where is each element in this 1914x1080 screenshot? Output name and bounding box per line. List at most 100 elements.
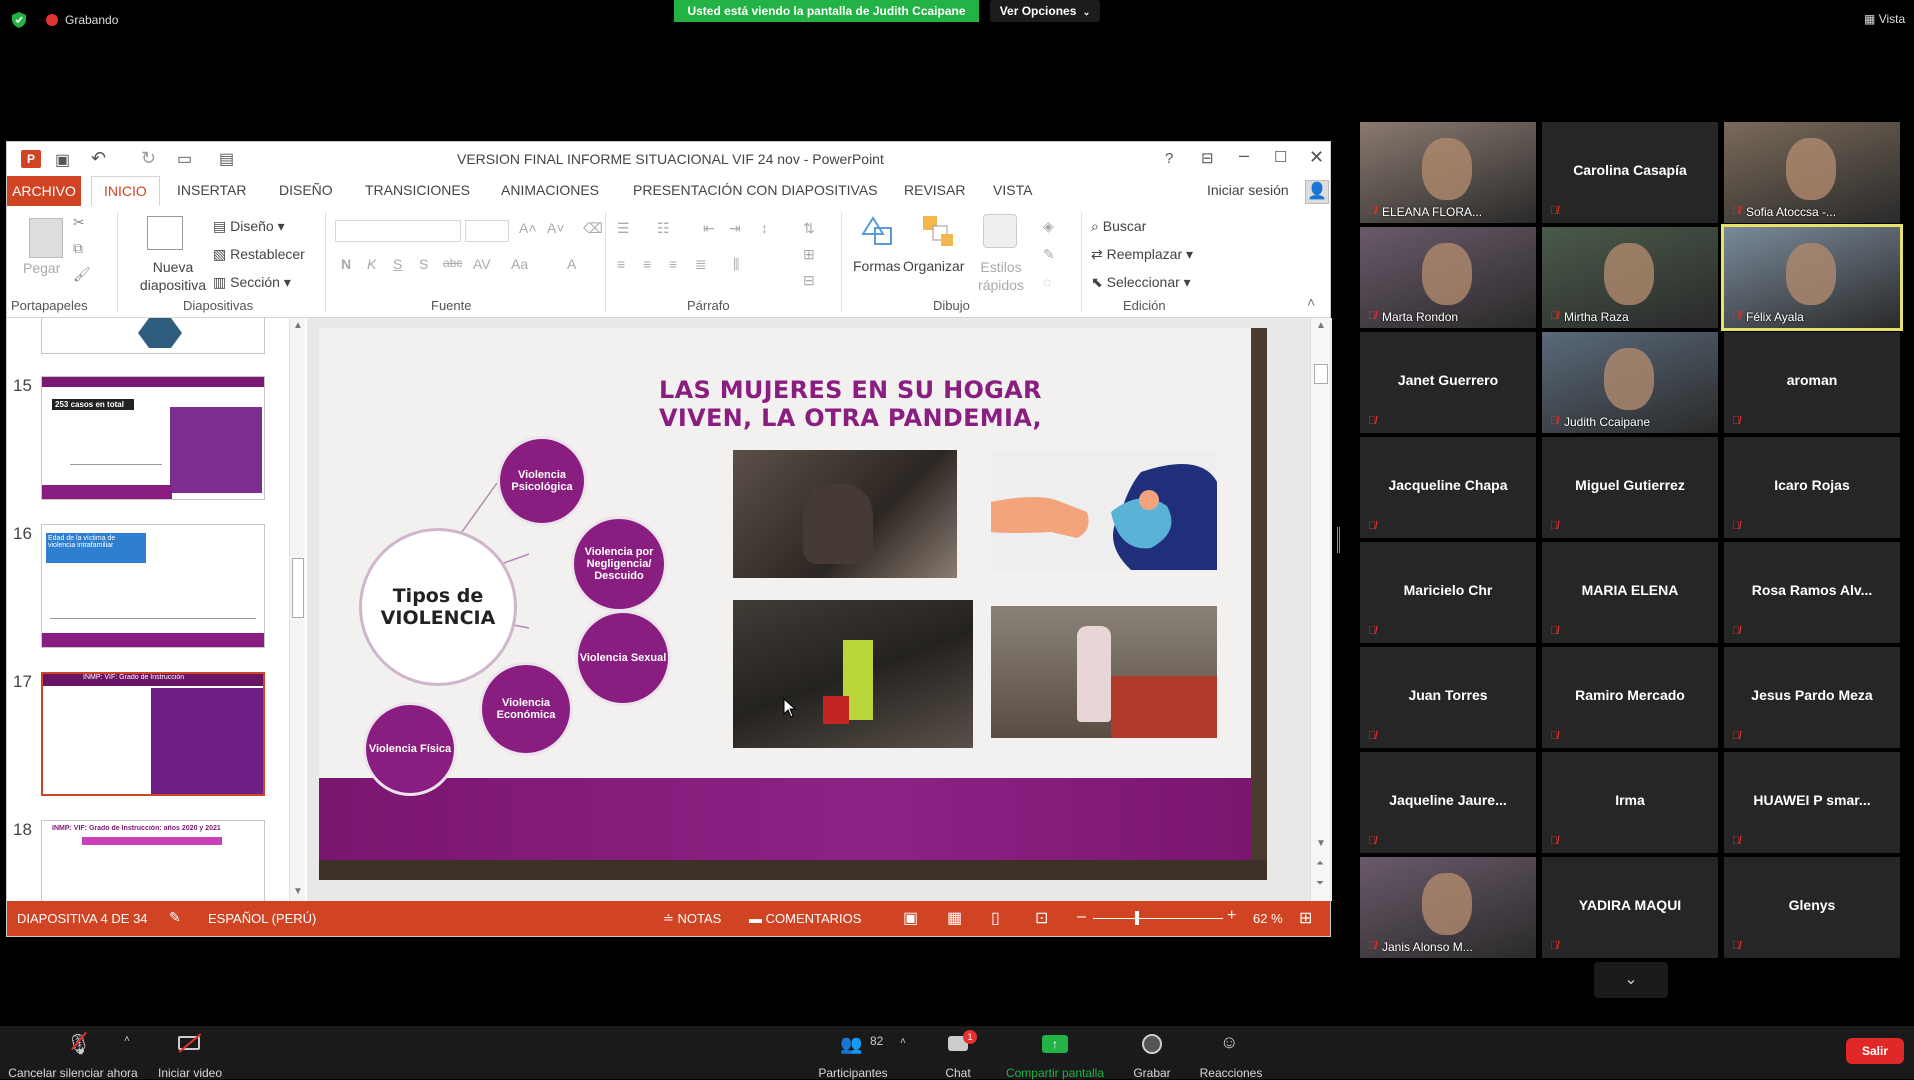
- participant-tile[interactable]: Sofia Atoccsa -... 🎙̸: [1724, 122, 1900, 223]
- arrange-button[interactable]: Organizar: [903, 258, 964, 274]
- tab-transiciones[interactable]: TRANSICIONES: [365, 182, 470, 198]
- decrease-indent-icon[interactable]: ⇤: [703, 220, 715, 237]
- leave-button[interactable]: Salir: [1846, 1038, 1904, 1064]
- quick-styles-button[interactable]: Estilos rápidos: [969, 258, 1033, 294]
- participant-tile[interactable]: Janis Alonso M... 🎙̸: [1360, 857, 1536, 958]
- spellcheck-icon[interactable]: ✎: [169, 909, 181, 926]
- columns-icon[interactable]: ⫼: [733, 256, 739, 273]
- zoom-slider-thumb[interactable]: [1135, 911, 1139, 925]
- layout-button[interactable]: ▤ Diseño ▾: [213, 218, 285, 235]
- tab-insertar[interactable]: INSERTAR: [177, 182, 247, 198]
- record-button[interactable]: Grabar: [1126, 1026, 1178, 1080]
- scroll-thumb[interactable]: [1314, 364, 1328, 384]
- unmute-button[interactable]: 🎙 Cancelar silenciar ahora: [8, 1026, 138, 1080]
- replace-button[interactable]: ⇄ Reemplazar ▾: [1091, 246, 1193, 263]
- participant-tile[interactable]: Marta Rondon 🎙̸: [1360, 227, 1536, 328]
- participant-tile[interactable]: Jaqueline Jaure... 🎙̸: [1360, 752, 1536, 853]
- next-slide-icon[interactable]: ⏷: [1316, 878, 1324, 889]
- participant-tile[interactable]: ELEANA FLORA... 🎙̸: [1360, 122, 1536, 223]
- thumbnail-partial[interactable]: [41, 318, 265, 354]
- start-slideshow-icon[interactable]: ▭: [177, 149, 192, 169]
- participant-tile[interactable]: Jacqueline Chapa 🎙̸: [1360, 437, 1536, 538]
- reactions-button[interactable]: ☺ Reacciones: [1196, 1026, 1266, 1080]
- font-size-select[interactable]: [465, 220, 509, 242]
- increase-indent-icon[interactable]: ⇥: [729, 220, 741, 237]
- scroll-down-icon[interactable]: ▼: [1316, 838, 1326, 849]
- participant-tile[interactable]: Juan Torres 🎙̸: [1360, 647, 1536, 748]
- scroll-down-icon[interactable]: ▼: [293, 886, 303, 897]
- recording-label[interactable]: Grabando: [65, 13, 118, 27]
- minimize-icon[interactable]: –: [1239, 145, 1249, 166]
- paste-button[interactable]: Pegar: [23, 260, 60, 276]
- close-icon[interactable]: ✕: [1309, 147, 1324, 168]
- current-slide[interactable]: LAS MUJERES EN SU HOGAR VIVEN, LA OTRA P…: [319, 328, 1267, 880]
- font-family-select[interactable]: [335, 220, 461, 242]
- redo-icon[interactable]: ↻: [141, 148, 156, 169]
- tab-revisar[interactable]: REVISAR: [904, 182, 965, 198]
- save-icon[interactable]: ▣: [55, 150, 70, 170]
- participant-tile[interactable]: Rosa Ramos Alv... 🎙̸: [1724, 542, 1900, 643]
- maximize-icon[interactable]: ☐: [1274, 148, 1287, 166]
- font-color-icon[interactable]: A: [567, 256, 576, 272]
- participant-tile[interactable]: YADIRA MAQUI 🎙̸: [1542, 857, 1718, 958]
- zoom-in-icon[interactable]: +: [1227, 907, 1236, 925]
- line-spacing-icon[interactable]: ↕: [761, 220, 768, 236]
- previous-slide-icon[interactable]: ⏶: [1316, 858, 1324, 869]
- participant-tile[interactable]: HUAWEI P smar... 🎙̸: [1724, 752, 1900, 853]
- thumbnail-slide-16[interactable]: Edad de la víctima de violencia intrafam…: [41, 524, 265, 648]
- participants-button[interactable]: 👥 82 Participantes: [808, 1026, 898, 1080]
- thumbnail-slide-15[interactable]: 253 casos en total: [41, 376, 265, 500]
- notes-button[interactable]: ≐ NOTAS: [663, 911, 721, 927]
- comments-button[interactable]: ▬ COMENTARIOS: [749, 911, 861, 926]
- panel-splitter[interactable]: [1337, 527, 1340, 553]
- security-shield-icon[interactable]: [12, 12, 26, 28]
- shadow-icon[interactable]: S: [419, 256, 428, 272]
- shrink-font-icon[interactable]: A˅: [547, 220, 565, 236]
- participant-tile[interactable]: Judith Ccaipane 🎙̸: [1542, 332, 1718, 433]
- view-options-button[interactable]: Ver Opciones ⌄: [990, 0, 1100, 22]
- change-case-icon[interactable]: Aa: [511, 256, 528, 272]
- gallery-next-page-button[interactable]: ⌄: [1594, 962, 1668, 998]
- collapse-ribbon-icon[interactable]: ˄: [1307, 294, 1315, 310]
- zoom-level[interactable]: 62 %: [1253, 911, 1283, 926]
- thumbnail-slide-17[interactable]: INMP: VIF: Grado de Instrucción: [41, 672, 265, 796]
- select-button[interactable]: ⬉ Seleccionar ▾: [1091, 274, 1191, 291]
- align-right-icon[interactable]: ≡: [669, 256, 677, 272]
- participant-tile[interactable]: Jesus Pardo Meza 🎙̸: [1724, 647, 1900, 748]
- align-left-icon[interactable]: ≡: [617, 256, 625, 272]
- justify-icon[interactable]: ≣: [695, 256, 707, 273]
- participant-tile[interactable]: Ramiro Mercado 🎙̸: [1542, 647, 1718, 748]
- help-button[interactable]: ?: [1165, 150, 1173, 167]
- tab-inicio[interactable]: INICIO: [91, 176, 160, 207]
- customize-toolbar-icon[interactable]: ▤: [219, 149, 234, 169]
- scroll-up-icon[interactable]: ▲: [1316, 320, 1326, 331]
- slide-sorter-icon[interactable]: ▦: [947, 908, 962, 928]
- numbering-icon[interactable]: ☷: [657, 220, 670, 237]
- zoom-slider[interactable]: [1093, 911, 1223, 925]
- smartart-icon[interactable]: ⊟: [803, 272, 815, 289]
- participant-tile[interactable]: MARIA ELENA 🎙̸: [1542, 542, 1718, 643]
- participant-tile[interactable]: Carolina Casapía 🎙̸: [1542, 122, 1718, 223]
- shapes-button[interactable]: Formas: [853, 258, 900, 274]
- participant-tile[interactable]: aroman 🎙̸: [1724, 332, 1900, 433]
- signin-link[interactable]: Iniciar sesión: [1207, 182, 1289, 198]
- tab-presentacion[interactable]: PRESENTACIÓN CON DIAPOSITIVAS: [633, 182, 878, 198]
- participant-tile[interactable]: Félix Ayala 🎙̸: [1721, 224, 1903, 331]
- participant-tile[interactable]: Icaro Rojas 🎙̸: [1724, 437, 1900, 538]
- participant-tile[interactable]: Janet Guerrero 🎙̸: [1360, 332, 1536, 433]
- clear-format-icon[interactable]: ⌫: [583, 220, 603, 237]
- underline-icon[interactable]: S: [393, 256, 402, 272]
- reset-button[interactable]: ▧ Restablecer: [213, 246, 305, 263]
- bold-icon[interactable]: N: [341, 256, 351, 272]
- chat-button[interactable]: 1 Chat: [930, 1026, 986, 1080]
- shape-outline-icon[interactable]: ✎: [1043, 246, 1055, 263]
- start-video-button[interactable]: Iniciar video: [150, 1026, 230, 1080]
- scroll-thumb[interactable]: [292, 558, 304, 618]
- gallery-view-button[interactable]: ▦ Vista: [1864, 12, 1905, 26]
- participant-tile[interactable]: Mirtha Raza 🎙̸: [1542, 227, 1718, 328]
- tab-animaciones[interactable]: ANIMACIONES: [501, 182, 599, 198]
- format-painter-icon[interactable]: 🖌: [73, 266, 91, 283]
- normal-view-icon[interactable]: ▣: [903, 908, 918, 928]
- tab-vista[interactable]: VISTA: [993, 182, 1032, 198]
- language-indicator[interactable]: ESPAÑOL (PERÚ): [208, 911, 316, 926]
